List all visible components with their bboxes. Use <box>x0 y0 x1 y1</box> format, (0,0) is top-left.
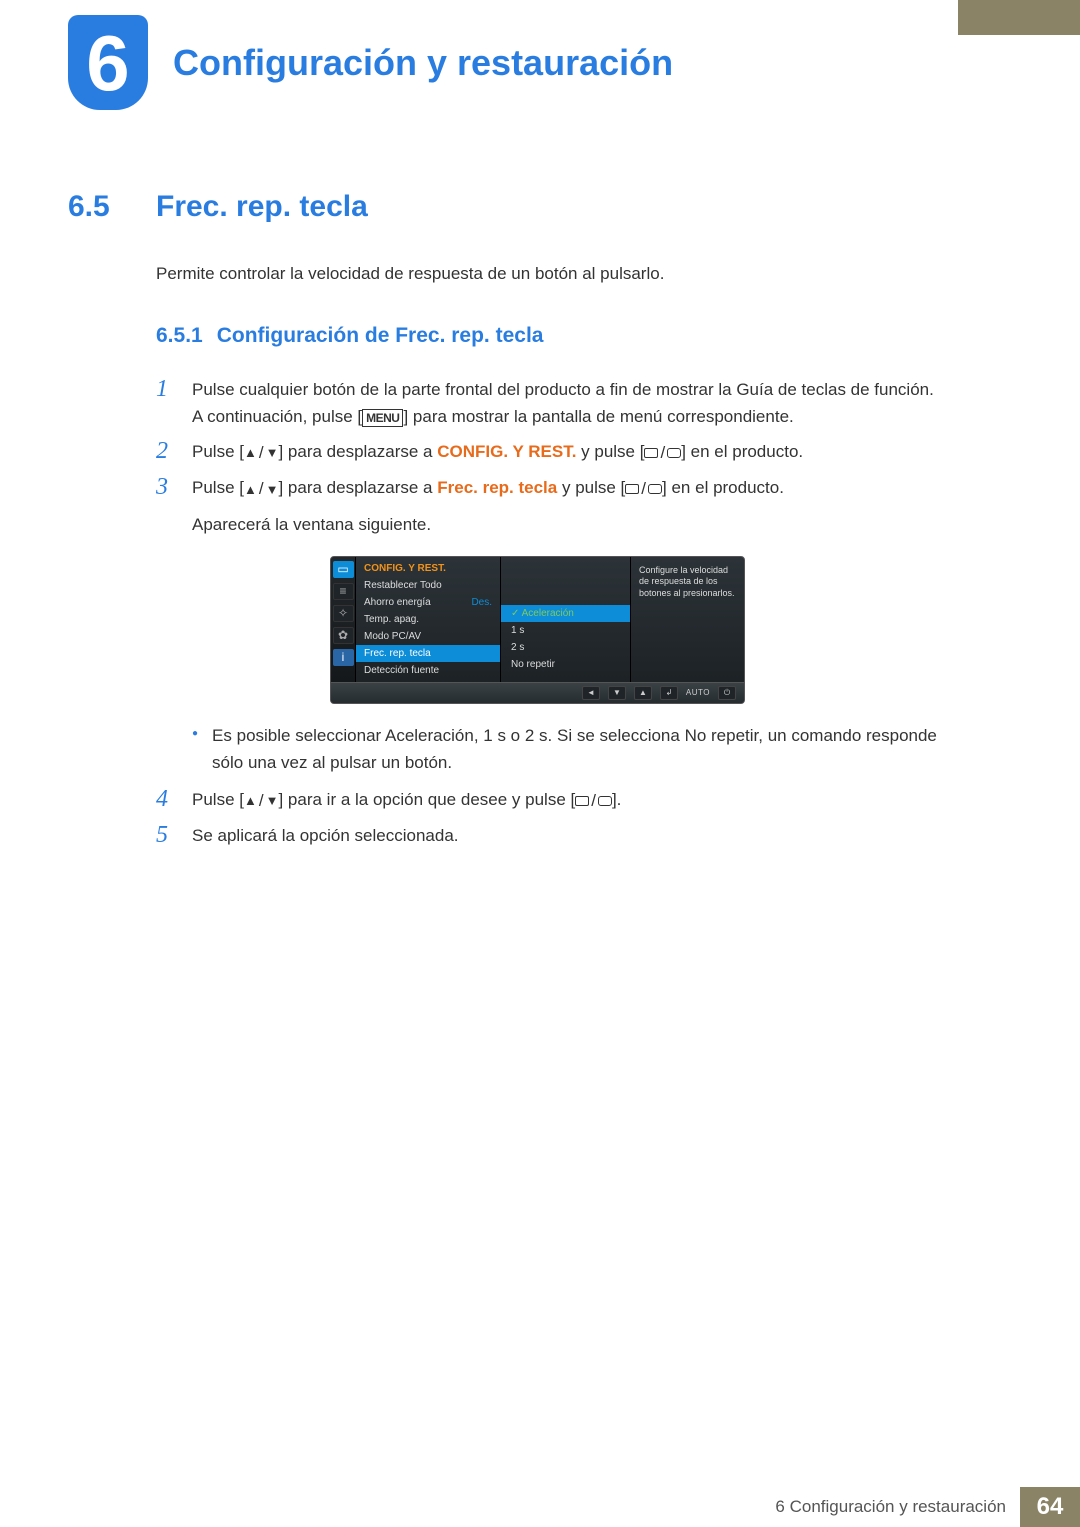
osd-option: No repetir <box>501 656 630 673</box>
menu-icon: MENU <box>362 409 403 427</box>
step-4: 4 Pulse [▲/▼] para ir a la opción que de… <box>156 786 958 814</box>
osd-screenshot: ▭ ≡ ✧ ✿ i CONFIG. Y REST. Restablecer To… <box>330 556 745 704</box>
step-number: 5 <box>156 822 174 849</box>
osd-footer-bar: ◄ ▼ ▲ ↲ AUTO ⏻ <box>331 682 744 703</box>
step-number: 2 <box>156 438 174 465</box>
osd-footer-enter-icon: ↲ <box>660 686 678 700</box>
osd-menu-item: Temp. apag. <box>356 611 500 628</box>
chapter-number-badge: 6 <box>68 15 148 110</box>
step-3-after: Aparecerá la ventana siguiente. <box>192 511 958 538</box>
subsection-title: Configuración de Frec. rep. tecla <box>217 324 544 348</box>
top-accent-bar <box>958 0 1080 35</box>
section-heading: 6.5 Frec. rep. tecla <box>68 190 958 224</box>
osd-footer-left-icon: ◄ <box>582 686 600 700</box>
subsection-heading: 6.5.1 Configuración de Frec. rep. tecla <box>156 324 958 348</box>
osd-footer-auto: AUTO <box>686 688 710 697</box>
osd-info-text: Configure la velocidad de respuesta de l… <box>631 557 744 682</box>
bullet-icon: ● <box>192 728 198 739</box>
osd-menu-header: CONFIG. Y REST. <box>356 560 500 577</box>
section-intro: Permite controlar la velocidad de respue… <box>156 264 958 284</box>
osd-tab-strip: ▭ ≡ ✧ ✿ i <box>331 557 356 682</box>
footer-page-number: 64 <box>1020 1487 1080 1527</box>
osd-option-selected: Aceleración <box>501 605 630 622</box>
bullet-text: Es posible seleccionar Aceleración, 1 s … <box>212 722 958 776</box>
page-content: 6.5 Frec. rep. tecla Permite controlar l… <box>68 190 958 857</box>
osd-footer-down-icon: ▼ <box>608 686 626 700</box>
step-number: 4 <box>156 786 174 813</box>
chapter-title: Configuración y restauración <box>173 42 673 84</box>
osd-tab-list-icon: ≡ <box>333 583 354 600</box>
osd-menu-item: Detección fuente <box>356 662 500 679</box>
osd-option: 1 s <box>501 622 630 639</box>
enter-icon: / <box>644 439 681 466</box>
footer-chapter-label: 6 Configuración y restauración <box>775 1497 1020 1517</box>
chapter-header: 6 Configuración y restauración <box>68 15 673 110</box>
osd-tab-nav-icon: ✧ <box>333 605 354 622</box>
osd-menu-item: Ahorro energíaDes. <box>356 594 500 611</box>
enter-icon: / <box>625 475 662 502</box>
step-number: 3 <box>156 474 174 501</box>
subsection-number: 6.5.1 <box>156 324 203 348</box>
osd-menu-list: CONFIG. Y REST. Restablecer Todo Ahorro … <box>356 557 501 682</box>
osd-tab-info-icon: i <box>333 649 354 666</box>
up-down-icon: ▲/▼ <box>244 475 278 502</box>
step-text: Pulse [▲/▼] para desplazarse a CONFIG. Y… <box>192 438 803 466</box>
step-5: 5 Se aplicará la opción seleccionada. <box>156 822 958 849</box>
step-1: 1 Pulse cualquier botón de la parte fron… <box>156 376 958 430</box>
step-text: Pulse cualquier botón de la parte fronta… <box>192 376 934 430</box>
osd-menu-item: Modo PC/AV <box>356 628 500 645</box>
step-2: 2 Pulse [▲/▼] para desplazarse a CONFIG.… <box>156 438 958 466</box>
section-title: Frec. rep. tecla <box>156 190 368 224</box>
osd-menu-item: Restablecer Todo <box>356 577 500 594</box>
page-footer: 6 Configuración y restauración 64 <box>775 1487 1080 1527</box>
osd-footer-power-icon: ⏻ <box>718 686 736 700</box>
section-number: 6.5 <box>68 190 138 224</box>
step-number: 1 <box>156 376 174 403</box>
osd-footer-up-icon: ▲ <box>634 686 652 700</box>
osd-menu-item-selected: Frec. rep. tecla <box>356 645 500 662</box>
osd-option: 2 s <box>501 639 630 656</box>
step-text: Se aplicará la opción seleccionada. <box>192 822 459 849</box>
step-3-bullet: ● Es posible seleccionar Aceleración, 1 … <box>192 722 958 776</box>
up-down-icon: ▲/▼ <box>244 439 278 466</box>
osd-tab-display-icon: ▭ <box>333 561 354 578</box>
enter-icon: / <box>575 787 612 814</box>
osd-option-list: Aceleración 1 s 2 s No repetir <box>501 557 631 682</box>
step-text: Pulse [▲/▼] para desplazarse a Frec. rep… <box>192 474 784 502</box>
step-text: Pulse [▲/▼] para ir a la opción que dese… <box>192 786 621 814</box>
osd-tab-gear-icon: ✿ <box>333 627 354 644</box>
step-3: 3 Pulse [▲/▼] para desplazarse a Frec. r… <box>156 474 958 502</box>
up-down-icon: ▲/▼ <box>244 787 278 814</box>
